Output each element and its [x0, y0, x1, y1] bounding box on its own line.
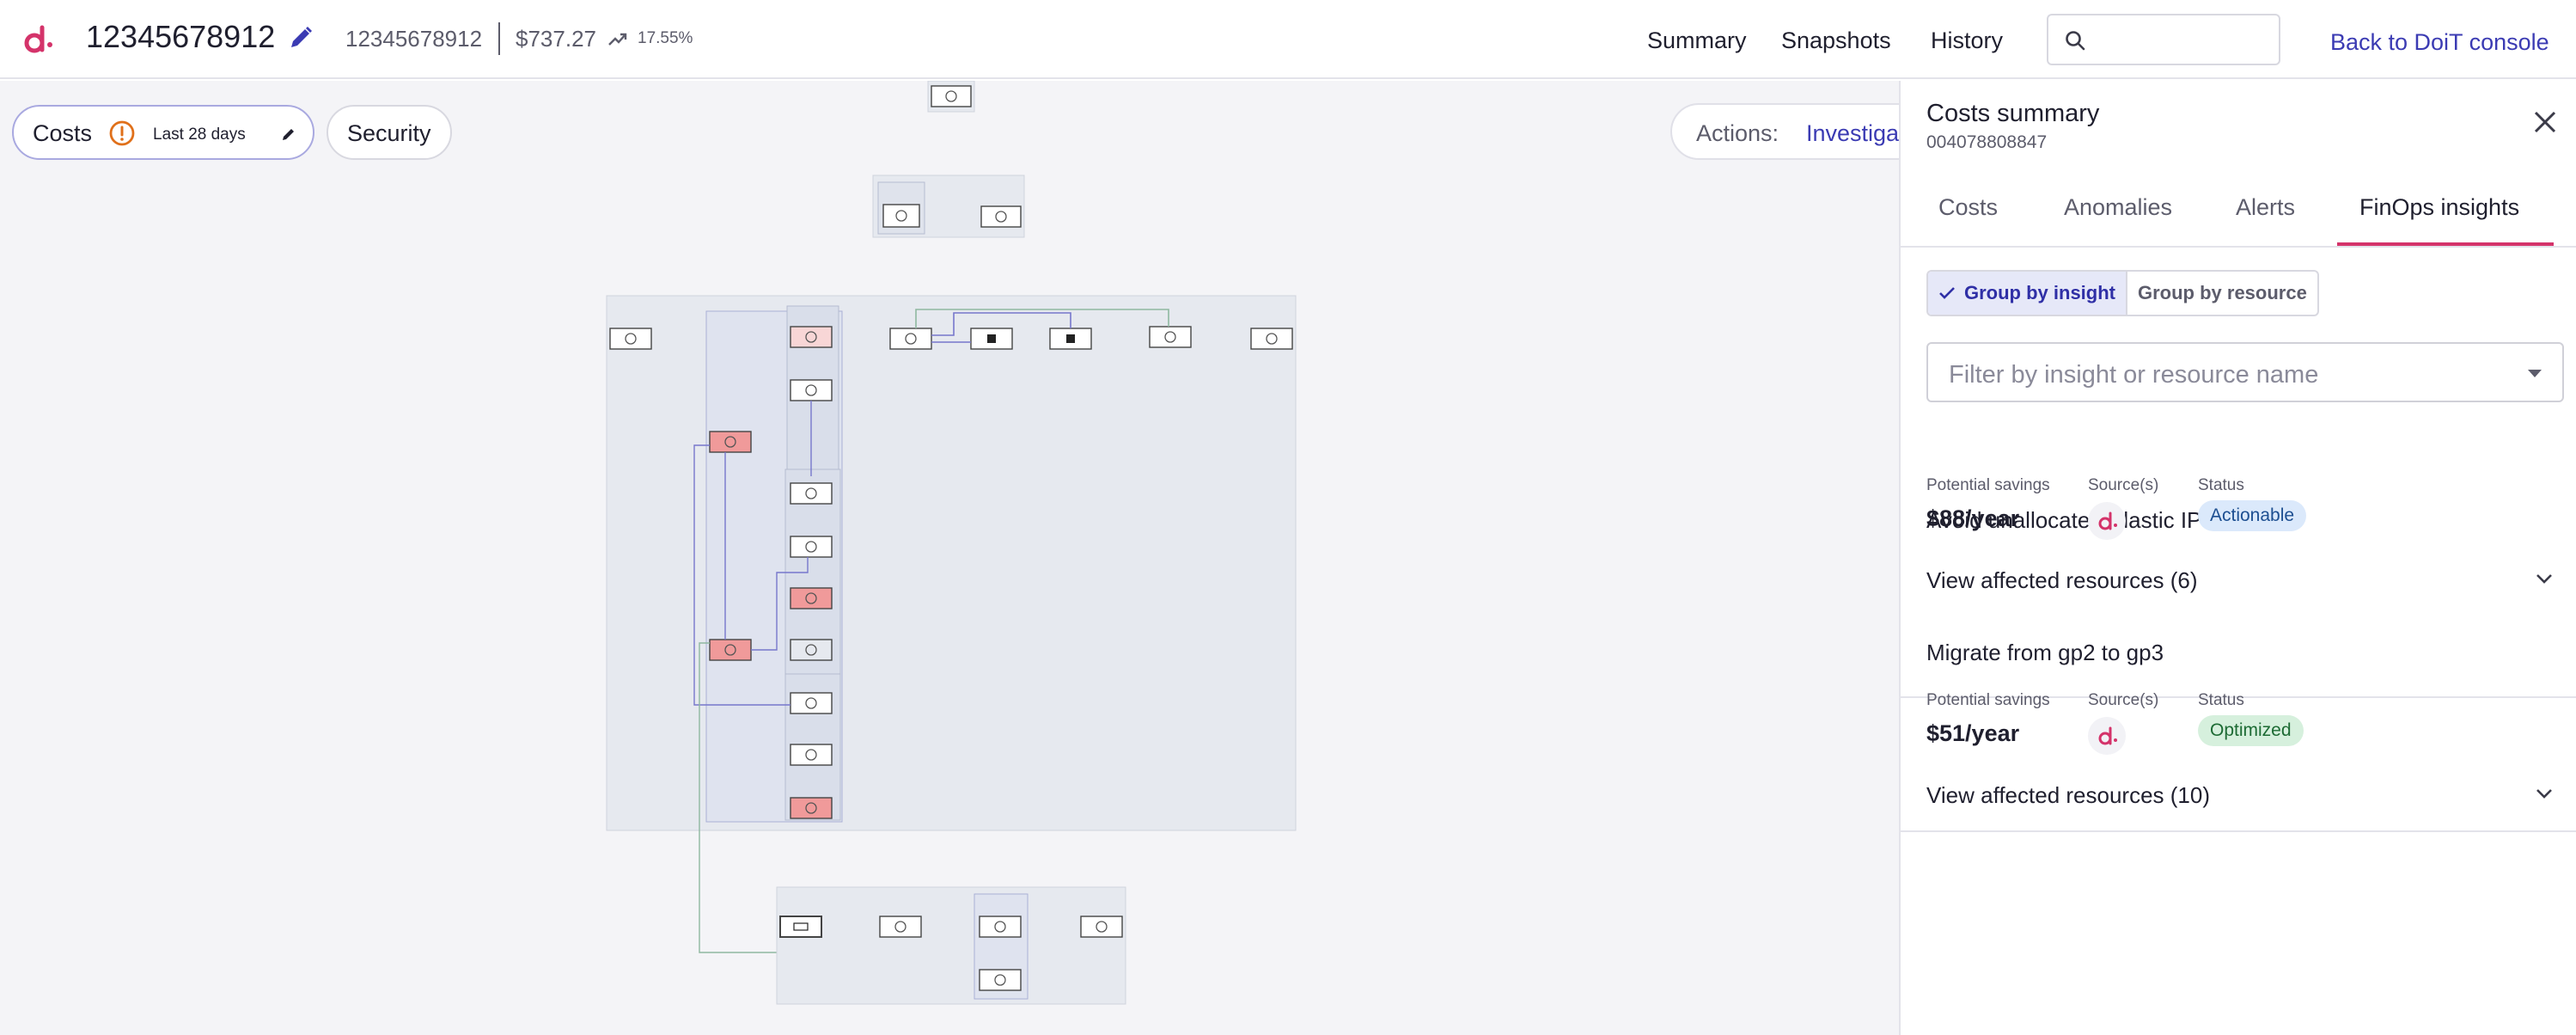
trend-percentage: 17.55%	[638, 29, 693, 47]
search-input[interactable]	[2100, 22, 2272, 58]
filter-placeholder: Filter by insight or resource name	[1949, 361, 2319, 389]
node-service-icon	[1066, 334, 1075, 343]
insight-title: Migrate from gp2 to gp3	[1926, 640, 2164, 665]
tab-costs[interactable]: Costs	[1938, 194, 1998, 221]
status-badge: Actionable	[2198, 500, 2307, 531]
diagram-node	[779, 916, 822, 938]
nav-snapshots[interactable]: Snapshots	[1781, 28, 1891, 54]
status-badge: Optimized	[2198, 715, 2304, 746]
group-by-resource-button[interactable]: Group by resource	[2127, 272, 2317, 315]
costs-chip-label: Costs	[33, 120, 93, 146]
diagram-node-alert	[709, 431, 752, 453]
diagram-node	[609, 328, 652, 350]
savings-label: Potential savings	[1926, 691, 2050, 709]
group-by-resource-label: Group by resource	[2138, 282, 2307, 303]
doit-source-icon	[2088, 717, 2126, 755]
costs-summary-panel: Costs summary 004078808847 Costs Anomali…	[1899, 81, 2576, 1035]
savings-value: $88/year	[1926, 505, 2020, 531]
diagram-node	[790, 326, 833, 348]
sources-label: Source(s)	[2088, 476, 2159, 494]
node-service-icon	[987, 334, 996, 343]
cost-amount: $737.27	[516, 26, 596, 52]
date-range-label: Last 28 days	[153, 126, 246, 144]
doit-logo-icon[interactable]	[17, 21, 55, 58]
search-box[interactable]	[2047, 14, 2280, 65]
diagram-node	[1149, 326, 1192, 348]
savings-value: $51/year	[1926, 720, 2020, 746]
chevron-down-icon[interactable]	[2535, 787, 2554, 799]
account-id: 12345678912	[345, 26, 483, 52]
trend-up-icon	[608, 33, 627, 46]
nav-history[interactable]: History	[1931, 28, 2003, 54]
diagram-node	[790, 482, 833, 505]
tab-alerts[interactable]: Alerts	[2236, 194, 2295, 221]
sources-label: Source(s)	[2088, 691, 2159, 709]
panel-tabs: Costs Anomalies Alerts FinOps insights	[1901, 170, 2576, 248]
diagram-node	[879, 916, 922, 938]
actions-label: Actions:	[1696, 120, 1779, 146]
diagram-node	[882, 204, 920, 228]
status-label: Status	[2198, 476, 2244, 494]
security-filter-chip[interactable]: Security	[327, 105, 452, 160]
tab-anomalies[interactable]: Anomalies	[2064, 194, 2172, 221]
search-icon	[2066, 31, 2085, 51]
insight-filter-select[interactable]: Filter by insight or resource name	[1926, 342, 2564, 402]
savings-label: Potential savings	[1926, 476, 2050, 494]
panel-account-id: 004078808847	[1926, 132, 2048, 152]
actions-bar[interactable]: Actions: Investiga	[1670, 103, 1899, 160]
warning-icon	[109, 120, 135, 146]
costs-filter-chip[interactable]: Costs Last 28 days	[12, 105, 314, 160]
diagram-node	[980, 205, 1022, 228]
diagram-group	[776, 886, 1126, 1005]
insight-divider	[1901, 830, 2576, 832]
active-tab-indicator	[2337, 242, 2554, 246]
architecture-canvas[interactable]: Costs Last 28 days Security Actions: Inv…	[0, 81, 1899, 1035]
group-by-toggle: Group by insight Group by resource	[1926, 270, 2319, 316]
diagram-node	[790, 744, 833, 766]
group-by-insight-label: Group by insight	[1964, 282, 2115, 303]
view-affected-resources[interactable]: View affected resources (6)	[1926, 567, 2198, 594]
tab-finops-insights[interactable]: FinOps insights	[2359, 194, 2519, 221]
diagram-node	[979, 916, 1022, 938]
diagram-node	[1080, 916, 1123, 938]
group-by-insight-button[interactable]: Group by insight	[1928, 272, 2127, 315]
diagram-node-alert	[790, 797, 833, 819]
investigate-action[interactable]: Investiga	[1806, 120, 1899, 147]
diagram-node	[931, 85, 972, 107]
check-icon	[1939, 287, 1955, 299]
panel-title: Costs summary	[1926, 100, 2100, 127]
edit-range-icon[interactable]	[280, 126, 297, 143]
back-to-console-link[interactable]: Back to DoiT console	[2330, 29, 2549, 56]
diagram-node	[790, 379, 833, 401]
doit-source-icon	[2088, 502, 2126, 540]
diagram-node	[1250, 328, 1293, 350]
header-divider	[498, 22, 500, 55]
nav-summary[interactable]: Summary	[1647, 28, 1747, 54]
chevron-down-icon[interactable]	[2535, 573, 2554, 585]
diagram-node	[979, 969, 1022, 991]
edit-pencil-icon[interactable]	[287, 24, 314, 52]
diagram-node	[790, 692, 833, 714]
chevron-down-icon	[2528, 370, 2542, 377]
resource-diagram[interactable]	[0, 81, 1899, 1035]
view-affected-resources[interactable]: View affected resources (10)	[1926, 782, 2210, 809]
diagram-node	[790, 639, 833, 661]
close-icon[interactable]	[2533, 110, 2557, 134]
status-label: Status	[2198, 691, 2244, 709]
account-title: 12345678912	[86, 19, 276, 54]
diagram-node-alert	[790, 587, 833, 609]
diagram-node-alert	[709, 639, 752, 661]
diagram-node	[790, 536, 833, 558]
security-chip-label: Security	[347, 120, 431, 146]
diagram-node	[889, 328, 932, 350]
top-bar: 12345678912 12345678912 $737.27 17.55% S…	[0, 0, 2576, 79]
